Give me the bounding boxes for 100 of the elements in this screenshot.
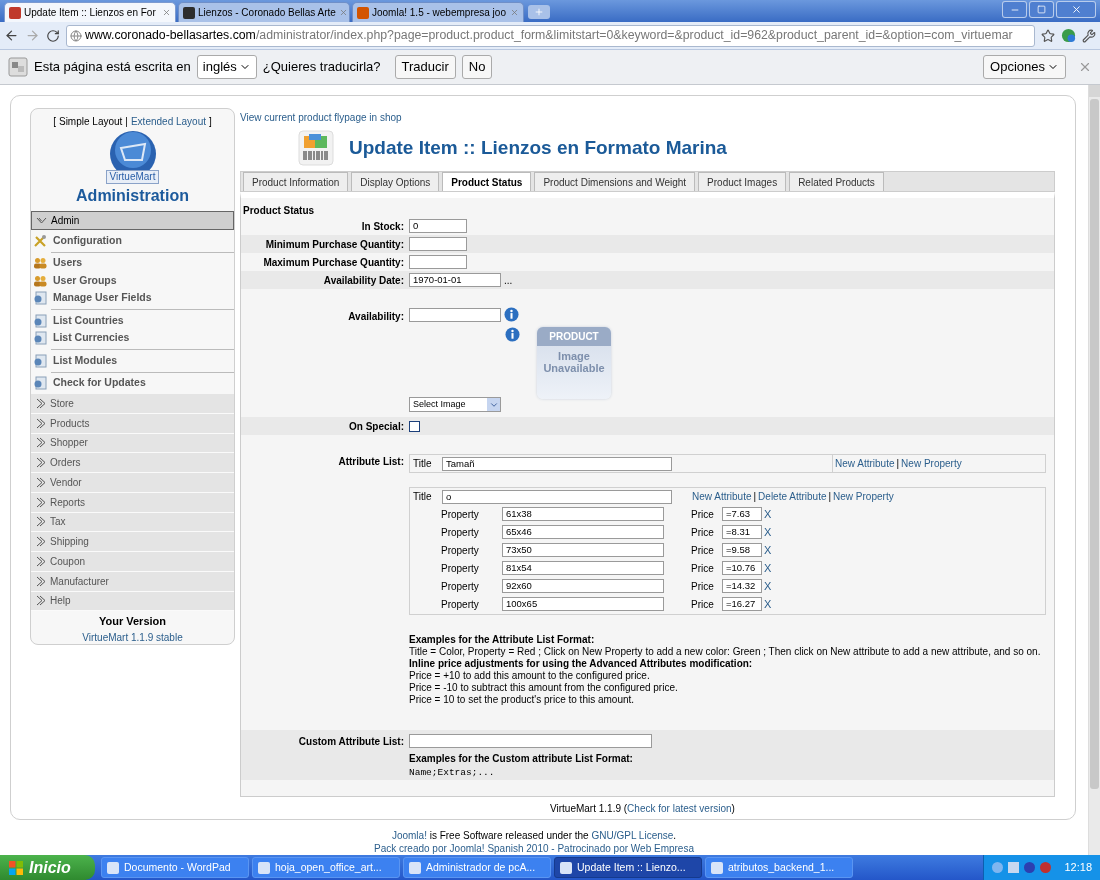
menu-section[interactable]: Manufacturer xyxy=(31,571,234,592)
menu-item[interactable]: List Countries xyxy=(33,312,234,330)
minimize-button[interactable] xyxy=(1002,1,1027,18)
info-icon[interactable] xyxy=(505,327,520,342)
property-label: Property xyxy=(440,543,480,558)
remove-link[interactable]: X xyxy=(764,523,772,541)
form-tab[interactable]: Related Products xyxy=(789,172,884,191)
attribute-link[interactable]: New Attribute xyxy=(692,489,752,504)
input-field[interactable] xyxy=(409,237,467,251)
remove-link[interactable]: X xyxy=(764,595,772,613)
attribute-link[interactable]: New Property xyxy=(833,489,894,504)
taskbar-item[interactable]: hoja_open_office_art... xyxy=(252,857,400,878)
browser-tab[interactable]: Lienzos - Coronado Bellas Arte xyxy=(178,2,350,22)
remove-link[interactable]: X xyxy=(764,541,772,559)
menu-section[interactable]: Orders xyxy=(31,453,234,473)
menu-section[interactable]: Help xyxy=(31,591,234,612)
forward-icon[interactable] xyxy=(25,28,40,43)
wrench-icon[interactable] xyxy=(1082,28,1096,43)
taskbar-item[interactable]: Update Item :: Lienzo... xyxy=(554,857,702,878)
menu-item[interactable]: Users xyxy=(33,254,234,272)
browser-tab[interactable]: Update Item :: Lienzos en For xyxy=(4,2,176,22)
menu-section[interactable]: Shipping xyxy=(31,532,234,552)
menu-item[interactable]: Check for Updates xyxy=(31,374,234,392)
language-dropdown[interactable]: inglés xyxy=(196,55,257,79)
chevron-right-icon xyxy=(35,575,46,587)
browser-tab[interactable]: Joomla! 1.5 - webempresa joo xyxy=(352,2,524,22)
close-icon[interactable] xyxy=(162,8,171,17)
price-field[interactable]: =14.32 xyxy=(722,579,762,593)
menu-section[interactable]: Store xyxy=(31,394,234,414)
form-tab[interactable]: Product Dimensions and Weight xyxy=(534,172,696,191)
translate-button[interactable]: Traducir xyxy=(394,55,456,79)
price-field[interactable]: =16.27 xyxy=(722,597,762,611)
image-select[interactable]: Select Image xyxy=(409,397,501,412)
maximize-button[interactable] xyxy=(1029,1,1054,18)
menu-section[interactable]: Products xyxy=(31,413,234,434)
property-field[interactable]: 73x50 xyxy=(502,543,664,557)
address-field[interactable]: www.coronado-bellasartes.com/administrator/index.php?page=product.product_form&limitstart=0&keyword=&product_id=962&product_parent_id=&option=com_virtuemar xyxy=(66,24,1035,47)
price-field[interactable]: =10.76 xyxy=(722,561,762,575)
remove-link[interactable]: X xyxy=(764,577,772,595)
attribute-link[interactable]: Delete Attribute xyxy=(758,489,827,504)
menu-item[interactable]: User Groups xyxy=(33,272,234,290)
price-field[interactable]: =9.58 xyxy=(722,543,762,557)
price-field[interactable]: =8.31 xyxy=(722,525,762,539)
taskbar-item[interactable]: Administrador de pcA... xyxy=(403,857,551,878)
property-field[interactable]: 81x54 xyxy=(502,561,664,575)
users-icon xyxy=(33,274,47,287)
extension-icon[interactable] xyxy=(1061,28,1076,43)
date-picker-button[interactable]: ... xyxy=(504,272,513,288)
input-field[interactable] xyxy=(409,307,501,322)
remove-link[interactable]: X xyxy=(764,505,772,523)
price-field[interactable]: =7.63 xyxy=(722,507,762,521)
property-field[interactable]: 92x60 xyxy=(502,579,664,593)
flypage-link[interactable]: View current product flypage in shop xyxy=(240,110,1055,125)
layout-link[interactable]: Extended Layout xyxy=(130,114,206,129)
property-field[interactable]: 65x46 xyxy=(502,525,664,539)
no-button[interactable]: No xyxy=(461,55,493,79)
input-field[interactable]: 0 xyxy=(409,219,467,233)
menu-item[interactable]: List Modules xyxy=(33,352,234,370)
title-field[interactable]: o xyxy=(442,489,672,504)
property-field[interactable]: 61x38 xyxy=(502,507,664,521)
link[interactable]: Check for latest version xyxy=(627,803,732,814)
menu-item[interactable]: Manage User Fields xyxy=(33,289,234,307)
link[interactable]: Joomla! xyxy=(391,830,427,841)
input-field[interactable] xyxy=(409,734,652,748)
attribute-link[interactable]: New Property xyxy=(901,456,962,471)
attribute-link[interactable]: New Attribute xyxy=(835,456,895,471)
version-link[interactable]: VirtueMart 1.1.9 stable xyxy=(82,629,183,644)
checkbox[interactable] xyxy=(409,420,420,432)
options-dropdown[interactable]: Opciones xyxy=(983,55,1066,79)
menu-section[interactable]: Shopper xyxy=(31,433,234,454)
form-tab[interactable]: Product Information xyxy=(243,172,349,191)
layout-link[interactable]: Simple Layout xyxy=(58,114,123,129)
star-icon[interactable] xyxy=(1041,28,1055,43)
close-icon[interactable] xyxy=(1078,60,1092,74)
title-field[interactable]: Tamañ xyxy=(442,456,672,471)
menu-section[interactable]: Reports xyxy=(31,492,234,513)
scrollbar[interactable] xyxy=(1088,85,1100,855)
taskbar-item[interactable]: atributos_backend_1... xyxy=(705,857,853,878)
property-field[interactable]: 100x65 xyxy=(502,597,664,611)
close-icon[interactable] xyxy=(510,8,519,17)
date-field[interactable]: 1970-01-01 xyxy=(409,273,501,287)
menu-section[interactable]: Vendor xyxy=(31,473,234,493)
menu-section[interactable]: Tax xyxy=(31,512,234,533)
remove-link[interactable]: X xyxy=(764,559,772,577)
form-tab[interactable]: Product Status xyxy=(442,172,532,191)
menu-item[interactable]: Configuration xyxy=(33,232,234,250)
menu-section[interactable]: Coupon xyxy=(31,552,234,572)
close-button[interactable] xyxy=(1056,1,1096,18)
form-tab[interactable]: Display Options xyxy=(351,172,440,191)
reload-icon[interactable] xyxy=(46,28,60,43)
back-icon[interactable] xyxy=(4,28,19,43)
taskbar-item[interactable]: Documento - WordPad xyxy=(101,857,249,878)
credits-link[interactable]: Pack creado por Joomla! Spanish 2010 - Patrocinado por Web Empresa xyxy=(374,842,694,855)
form-tab[interactable]: Product Images xyxy=(698,172,787,191)
menu-section[interactable]: Admin xyxy=(31,211,234,230)
close-icon[interactable] xyxy=(338,8,348,17)
menu-item[interactable]: List Currencies xyxy=(33,329,234,347)
input-field[interactable] xyxy=(409,255,467,269)
info-icon[interactable] xyxy=(504,307,519,322)
new-tab-button[interactable] xyxy=(528,5,550,19)
